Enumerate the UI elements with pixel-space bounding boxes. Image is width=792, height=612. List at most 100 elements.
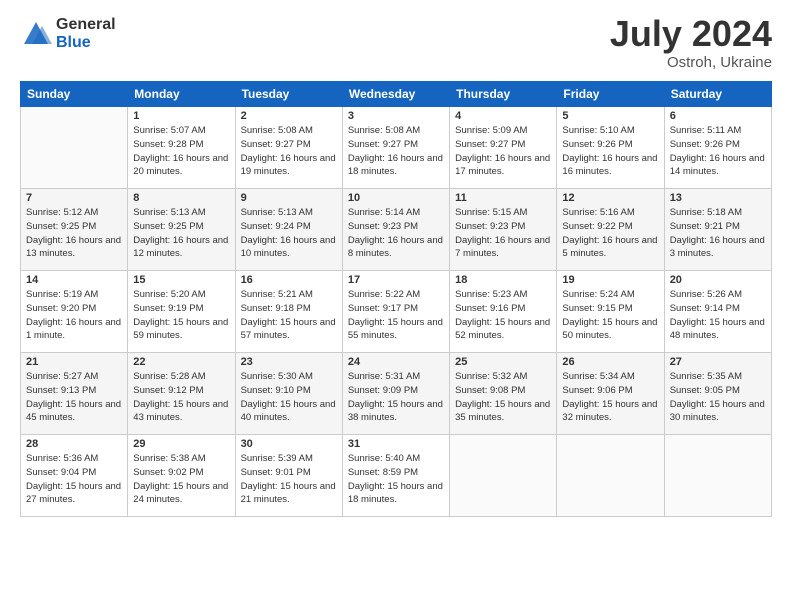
month-year: July 2024 [610, 16, 772, 52]
week-row-4: 28 Sunrise: 5:36 AMSunset: 9:04 PMDayligh… [21, 435, 772, 517]
calendar-cell: 12Sunrise: 5:16 AMSunset: 9:22 PMDayligh… [557, 189, 664, 271]
logo-icon [20, 20, 52, 48]
calendar-cell: 24 Sunrise: 5:31 AMSunset: 9:09 PMDayligh… [342, 353, 449, 435]
calendar-cell [557, 435, 664, 517]
cell-content: Sunrise: 5:13 AMSunset: 9:25 PMDaylight:… [133, 207, 228, 259]
cell-content: Sunrise: 5:18 AMSunset: 9:21 PMDaylight:… [670, 207, 765, 259]
calendar-cell: 22 Sunrise: 5:28 AMSunset: 9:12 PMDayligh… [128, 353, 235, 435]
day-number: 28 [26, 438, 122, 450]
header: General Blue July 2024 Ostroh, Ukraine [20, 16, 772, 71]
cell-content: Sunrise: 5:20 AMSunset: 9:19 PMDaylight:… [133, 289, 228, 341]
calendar-cell: 10 Sunrise: 5:14 AMSunset: 9:23 PMDayligh… [342, 189, 449, 271]
cell-content: Sunrise: 5:32 AMSunset: 9:08 PMDaylight:… [455, 371, 550, 423]
calendar-cell: 18Sunrise: 5:23 AMSunset: 9:16 PMDayligh… [450, 271, 557, 353]
day-number: 22 [133, 356, 229, 368]
day-number: 29 [133, 438, 229, 450]
day-number: 25 [455, 356, 551, 368]
day-number: 27 [670, 356, 766, 368]
day-number: 20 [670, 274, 766, 286]
calendar-cell: 28 Sunrise: 5:36 AMSunset: 9:04 PMDayligh… [21, 435, 128, 517]
cell-content: Sunrise: 5:31 AMSunset: 9:09 PMDaylight:… [348, 371, 443, 423]
calendar-cell: 31 Sunrise: 5:40 AMSunset: 8:59 PMDayligh… [342, 435, 449, 517]
cell-content: Sunrise: 5:10 AMSunset: 9:26 PMDaylight:… [562, 125, 657, 177]
day-number: 10 [348, 192, 444, 204]
cell-content: Sunrise: 5:27 AMSunset: 9:13 PMDaylight:… [26, 371, 121, 423]
day-number: 24 [348, 356, 444, 368]
header-cell-thursday: Thursday [450, 82, 557, 107]
calendar-cell [21, 107, 128, 189]
day-number: 3 [348, 110, 444, 122]
calendar-cell: 3 Sunrise: 5:08 AMSunset: 9:27 PMDaylight… [342, 107, 449, 189]
cell-content: Sunrise: 5:08 AMSunset: 9:27 PMDaylight:… [348, 125, 443, 177]
cell-content: Sunrise: 5:07 AMSunset: 9:28 PMDaylight:… [133, 125, 228, 177]
day-number: 26 [562, 356, 658, 368]
cell-content: Sunrise: 5:35 AMSunset: 9:05 PMDaylight:… [670, 371, 765, 423]
calendar-cell: 19 Sunrise: 5:24 AMSunset: 9:15 PMDayligh… [557, 271, 664, 353]
header-row: SundayMondayTuesdayWednesdayThursdayFrid… [21, 82, 772, 107]
cell-content: Sunrise: 5:09 AMSunset: 9:27 PMDaylight:… [455, 125, 550, 177]
day-number: 30 [241, 438, 337, 450]
calendar-cell: 1 Sunrise: 5:07 AMSunset: 9:28 PMDaylight… [128, 107, 235, 189]
cell-content: Sunrise: 5:30 AMSunset: 9:10 PMDaylight:… [241, 371, 336, 423]
header-cell-monday: Monday [128, 82, 235, 107]
calendar-cell: 16Sunrise: 5:21 AMSunset: 9:18 PMDayligh… [235, 271, 342, 353]
calendar-cell: 14Sunrise: 5:19 AMSunset: 9:20 PMDayligh… [21, 271, 128, 353]
day-number: 4 [455, 110, 551, 122]
calendar-cell: 20 Sunrise: 5:26 AMSunset: 9:14 PMDayligh… [664, 271, 771, 353]
logo-general: General [56, 16, 116, 34]
calendar-cell: 17Sunrise: 5:22 AMSunset: 9:17 PMDayligh… [342, 271, 449, 353]
calendar-cell: 9 Sunrise: 5:13 AMSunset: 9:24 PMDaylight… [235, 189, 342, 271]
cell-content: Sunrise: 5:13 AMSunset: 9:24 PMDaylight:… [241, 207, 336, 259]
calendar-cell: 29Sunrise: 5:38 AMSunset: 9:02 PMDayligh… [128, 435, 235, 517]
day-number: 7 [26, 192, 122, 204]
cell-content: Sunrise: 5:22 AMSunset: 9:17 PMDaylight:… [348, 289, 443, 341]
day-number: 8 [133, 192, 229, 204]
cell-content: Sunrise: 5:11 AMSunset: 9:26 PMDaylight:… [670, 125, 765, 177]
cell-content: Sunrise: 5:16 AMSunset: 9:22 PMDaylight:… [562, 207, 657, 259]
header-cell-saturday: Saturday [664, 82, 771, 107]
day-number: 5 [562, 110, 658, 122]
header-cell-tuesday: Tuesday [235, 82, 342, 107]
cell-content: Sunrise: 5:08 AMSunset: 9:27 PMDaylight:… [241, 125, 336, 177]
logo-blue: Blue [56, 34, 116, 52]
header-cell-sunday: Sunday [21, 82, 128, 107]
calendar-cell: 2Sunrise: 5:08 AMSunset: 9:27 PMDaylight… [235, 107, 342, 189]
day-number: 16 [241, 274, 337, 286]
location: Ostroh, Ukraine [610, 54, 772, 71]
cell-content: Sunrise: 5:40 AMSunset: 8:59 PMDaylight:… [348, 453, 443, 505]
day-number: 13 [670, 192, 766, 204]
logo-text: General Blue [56, 16, 116, 51]
calendar-cell: 23 Sunrise: 5:30 AMSunset: 9:10 PMDayligh… [235, 353, 342, 435]
cell-content: Sunrise: 5:34 AMSunset: 9:06 PMDaylight:… [562, 371, 657, 423]
cell-content: Sunrise: 5:23 AMSunset: 9:16 PMDaylight:… [455, 289, 550, 341]
logo: General Blue [20, 16, 116, 51]
day-number: 1 [133, 110, 229, 122]
cell-content: Sunrise: 5:14 AMSunset: 9:23 PMDaylight:… [348, 207, 443, 259]
day-number: 19 [562, 274, 658, 286]
day-number: 6 [670, 110, 766, 122]
day-number: 9 [241, 192, 337, 204]
week-row-0: 1 Sunrise: 5:07 AMSunset: 9:28 PMDaylight… [21, 107, 772, 189]
cell-content: Sunrise: 5:36 AMSunset: 9:04 PMDaylight:… [26, 453, 121, 505]
calendar-table: SundayMondayTuesdayWednesdayThursdayFrid… [20, 81, 772, 517]
week-row-3: 21 Sunrise: 5:27 AMSunset: 9:13 PMDayligh… [21, 353, 772, 435]
calendar-cell: 7Sunrise: 5:12 AMSunset: 9:25 PMDaylight… [21, 189, 128, 271]
day-number: 11 [455, 192, 551, 204]
header-cell-wednesday: Wednesday [342, 82, 449, 107]
day-number: 23 [241, 356, 337, 368]
day-number: 31 [348, 438, 444, 450]
calendar-cell [664, 435, 771, 517]
cell-content: Sunrise: 5:24 AMSunset: 9:15 PMDaylight:… [562, 289, 657, 341]
cell-content: Sunrise: 5:28 AMSunset: 9:12 PMDaylight:… [133, 371, 228, 423]
week-row-2: 14Sunrise: 5:19 AMSunset: 9:20 PMDayligh… [21, 271, 772, 353]
day-number: 21 [26, 356, 122, 368]
title-block: July 2024 Ostroh, Ukraine [610, 16, 772, 71]
calendar-cell: 26 Sunrise: 5:34 AMSunset: 9:06 PMDayligh… [557, 353, 664, 435]
header-cell-friday: Friday [557, 82, 664, 107]
day-number: 15 [133, 274, 229, 286]
week-row-1: 7Sunrise: 5:12 AMSunset: 9:25 PMDaylight… [21, 189, 772, 271]
cell-content: Sunrise: 5:26 AMSunset: 9:14 PMDaylight:… [670, 289, 765, 341]
calendar-cell: 25 Sunrise: 5:32 AMSunset: 9:08 PMDayligh… [450, 353, 557, 435]
cell-content: Sunrise: 5:39 AMSunset: 9:01 PMDaylight:… [241, 453, 336, 505]
calendar-cell: 15 Sunrise: 5:20 AMSunset: 9:19 PMDayligh… [128, 271, 235, 353]
